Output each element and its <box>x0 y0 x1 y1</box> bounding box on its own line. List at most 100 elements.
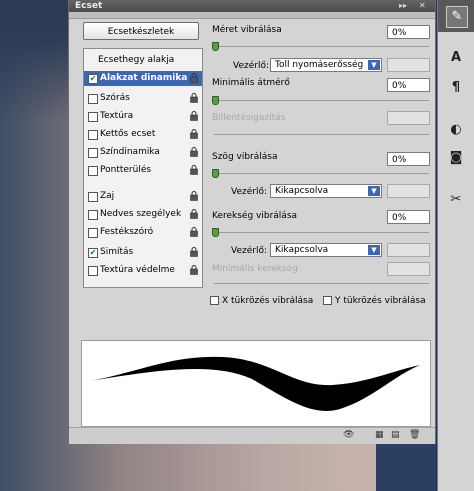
list-item-checkbox[interactable] <box>88 228 98 238</box>
list-item-label: Alakzat dinamika <box>100 73 188 83</box>
list-item-color-dynamics[interactable]: Színdinamika <box>84 145 202 160</box>
roundness-control-select[interactable]: Kikapcsolva ▼ <box>270 243 382 257</box>
grid-icon[interactable]: ▦ <box>375 430 384 440</box>
trash-icon[interactable]: 🗑 <box>409 430 420 440</box>
size-control-select[interactable]: Toll nyomáserősség ▼ <box>270 58 382 72</box>
list-item-checkbox[interactable] <box>88 148 98 158</box>
angle-jitter-slider[interactable] <box>212 169 429 180</box>
slider-thumb-icon[interactable] <box>212 228 219 237</box>
list-item-texture[interactable]: Textúra <box>84 109 202 124</box>
canvas-strip <box>376 444 436 491</box>
lock-icon[interactable] <box>190 191 198 201</box>
list-item-noise[interactable]: Zaj <box>84 189 202 204</box>
chevron-down-icon: ▼ <box>368 186 380 196</box>
list-item-transfer[interactable]: Pontterülés <box>84 163 202 178</box>
size-control-fade-input <box>387 58 430 72</box>
lock-icon[interactable] <box>190 111 198 121</box>
roundness-control-value: Kikapcsolva <box>275 245 329 255</box>
list-item-checkbox[interactable] <box>88 210 98 220</box>
eye-icon[interactable]: 👁 <box>343 430 354 440</box>
list-item-protect-texture[interactable]: Textúra védelme <box>84 263 202 278</box>
list-item-airbrush[interactable]: Festékszóró <box>84 225 202 240</box>
lock-icon[interactable] <box>190 209 198 219</box>
lock-icon[interactable] <box>190 265 198 275</box>
flip-y-checkbox[interactable] <box>323 296 332 305</box>
chevron-down-icon: ▼ <box>368 245 380 255</box>
close-icon[interactable]: ✕ <box>419 0 426 12</box>
min-roundness-label: Minimális kerekség <box>212 264 298 274</box>
text-A-icon[interactable]: A <box>446 48 466 68</box>
list-item-checkbox[interactable] <box>88 266 98 276</box>
brush-presets-button[interactable]: Ecsetkészletek <box>83 22 199 40</box>
mask-icon[interactable]: ◙ <box>446 148 466 168</box>
flip-x-label: X tükrözés vibrálása <box>222 296 314 306</box>
list-item-wet-edges[interactable]: Nedves szegélyek <box>84 207 202 222</box>
size-jitter-slider[interactable] <box>212 42 429 53</box>
list-item-shape-dynamics[interactable]: ✔ Alakzat dinamika <box>84 71 202 86</box>
lock-icon[interactable] <box>190 93 198 103</box>
slider-thumb-icon[interactable] <box>212 96 219 105</box>
list-item-label: Pontterülés <box>100 165 152 175</box>
brush-stroke-preview <box>81 340 431 427</box>
list-item-checkbox[interactable] <box>88 192 98 202</box>
lock-icon[interactable] <box>190 129 198 139</box>
min-diameter-slider[interactable] <box>212 96 429 107</box>
brush-icon[interactable]: ✎ <box>446 6 468 28</box>
roundness-jitter-slider[interactable] <box>212 228 429 239</box>
panel-bottom-bar: 👁 ▦ ▤ 🗑 <box>69 427 435 444</box>
panel-titlebar[interactable]: Ecset ▸▸ ✕ <box>69 0 435 12</box>
panel-title: Ecset <box>75 1 103 11</box>
lock-icon[interactable] <box>190 227 198 237</box>
paragraph-icon[interactable]: ¶ <box>446 78 466 98</box>
size-control-value: Toll nyomáserősség <box>275 60 364 70</box>
collapse-icon[interactable]: ▸▸ <box>399 0 407 12</box>
min-diameter-input[interactable]: 0% <box>387 78 430 92</box>
brush-options-list: Ecsethegy alakja ✔ Alakzat dinamika Szórás T… <box>83 48 203 288</box>
list-item-label: Ecsethegy alakja <box>98 55 175 65</box>
roundness-jitter-label: Kerekség vibrálása <box>212 211 298 221</box>
roundness-control-label: Vezérlő: <box>231 246 267 256</box>
tilt-scale-slider <box>214 134 429 141</box>
angle-control-select[interactable]: Kikapcsolva ▼ <box>270 184 382 198</box>
list-item-label: Festékszóró <box>100 227 154 237</box>
list-item-checkbox[interactable] <box>88 94 98 104</box>
list-item-checkbox[interactable]: ✔ <box>88 248 98 258</box>
lock-icon[interactable] <box>190 165 198 175</box>
list-item-dual-brush[interactable]: Kettős ecset <box>84 127 202 142</box>
list-item-checkbox[interactable]: ✔ <box>88 74 98 84</box>
list-item-label: Nedves szegélyek <box>100 209 182 219</box>
flip-x-checkbox[interactable] <box>210 296 219 305</box>
lock-icon[interactable] <box>190 247 198 257</box>
angle-jitter-input[interactable]: 0% <box>387 152 430 166</box>
list-item-checkbox[interactable] <box>88 130 98 140</box>
lock-icon[interactable] <box>190 73 198 83</box>
size-jitter-input[interactable]: 0% <box>387 25 430 39</box>
list-item-label: Kettős ecset <box>100 129 156 139</box>
tilt-scale-label: Billentésigazítás <box>212 113 286 123</box>
roundness-control-fade-input <box>387 243 430 257</box>
list-item-label: Textúra <box>100 111 134 121</box>
lock-icon[interactable] <box>190 147 198 157</box>
chevron-down-icon: ▼ <box>368 60 380 70</box>
tools-icon[interactable]: ✂ <box>446 190 466 210</box>
list-item-tip-shape[interactable]: Ecsethegy alakja <box>84 53 202 68</box>
list-item-label: Zaj <box>100 191 115 201</box>
adjustments-icon[interactable]: ◐ <box>446 120 466 140</box>
flip-y-label: Y tükrözés vibrálása <box>335 296 426 306</box>
angle-control-label: Vezérlő: <box>231 187 267 197</box>
roundness-jitter-input[interactable]: 0% <box>387 210 430 224</box>
slider-thumb-icon[interactable] <box>212 42 219 51</box>
min-roundness-slider <box>214 283 429 290</box>
list-item-label: Textúra védelme <box>100 265 175 275</box>
slider-thumb-icon[interactable] <box>212 169 219 178</box>
tilt-scale-input <box>387 111 430 125</box>
panel-tabbar <box>69 12 435 19</box>
list-item-scattering[interactable]: Szórás <box>84 91 202 106</box>
stroke-preview-graphic <box>90 356 420 411</box>
angle-jitter-label: Szög vibrálása <box>212 152 278 162</box>
new-preset-icon[interactable]: ▤ <box>391 430 400 440</box>
list-item-checkbox[interactable] <box>88 166 98 176</box>
list-item-smoothing[interactable]: ✔ Simítás <box>84 245 202 260</box>
list-item-label: Színdinamika <box>100 147 160 157</box>
list-item-checkbox[interactable] <box>88 112 98 122</box>
